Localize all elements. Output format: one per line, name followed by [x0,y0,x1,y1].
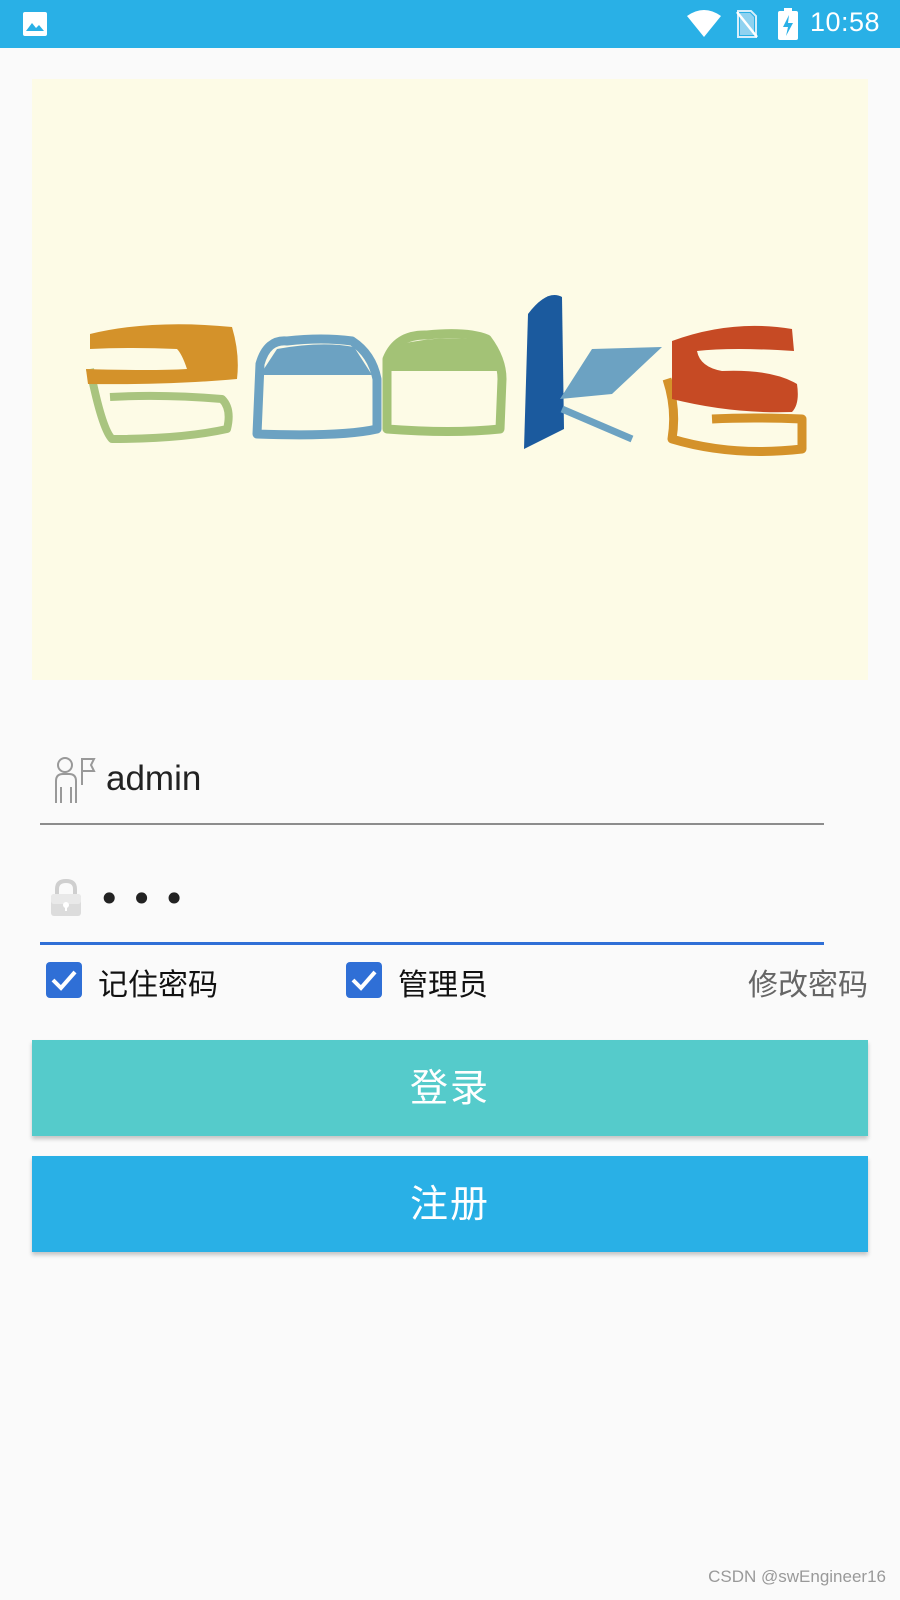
remember-password-label: 记住密码 [98,968,218,1003]
admin-label: 管理员 [398,968,488,1003]
password-field[interactable]: ••• [40,852,824,945]
no-sim-icon [736,10,758,38]
status-time: 10:58 [810,7,881,37]
gallery-icon [23,12,47,36]
password-input[interactable]: ••• [98,880,195,918]
change-password-link[interactable]: 修改密码 [748,960,868,1004]
username-field[interactable] [40,735,824,825]
checkbox-checked-icon [346,962,382,998]
login-button[interactable]: 登录 [32,1040,868,1136]
books-logo-icon [86,295,807,456]
checkbox-checked-icon [46,962,82,998]
register-button[interactable]: 注册 [32,1156,868,1252]
username-input[interactable] [104,753,808,805]
status-bar: 10:58 [0,0,900,48]
battery-charging-icon [778,8,798,40]
user-icon [55,757,96,803]
admin-checkbox[interactable]: 管理员 [346,962,526,1003]
books-banner [32,79,868,680]
wifi-icon [687,10,721,37]
remember-password-checkbox[interactable]: 记住密码 [46,962,266,1003]
lock-icon [51,878,81,916]
watermark: CSDN @swEngineer16 [708,1567,886,1586]
